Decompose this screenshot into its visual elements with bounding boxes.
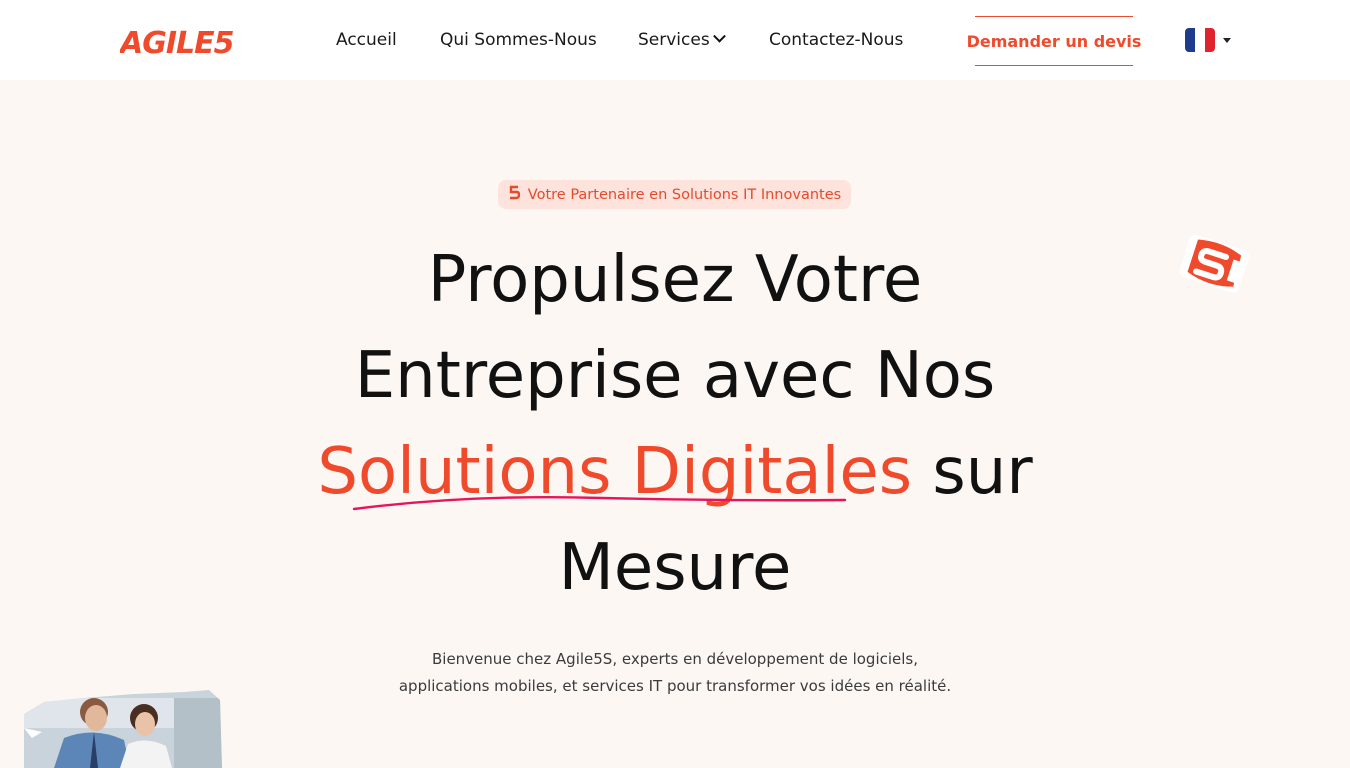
brand-name: AGILE5 [120,26,234,61]
top-navbar: AGILE5 Accueil Qui Sommes-Nous Services … [0,0,1350,80]
agile5-mini-logo-icon [508,185,520,204]
hero-subtitle-line2: applications mobiles, et services IT pou… [398,677,952,695]
flag-fr-icon [1185,28,1215,52]
brand-logo[interactable]: AGILE5 [120,17,270,65]
hero-subtitle: Bienvenue chez Agile5S, experts en dével… [375,646,975,700]
hero-subtitle-line1: Bienvenue chez Agile5S, experts en dével… [431,650,919,668]
chevron-down-icon [712,29,726,43]
hero-title: Propulsez Votre Entreprise avec Nos Solu… [300,232,1050,616]
nav-item-qui-sommes-nous[interactable]: Qui Sommes-Nous [440,30,597,50]
hero-badge-text: Votre Partenaire en Solutions IT Innovan… [527,186,842,203]
accent-underline-decoration [352,495,847,511]
agile5-logo-icon: AGILE5 [120,26,235,61]
hero-badge: Votre Partenaire en Solutions IT Innovan… [498,180,851,209]
language-selector[interactable] [1185,28,1231,52]
nav-item-accueil[interactable]: Accueil [336,30,397,50]
request-quote-button[interactable]: Demander un devis [967,16,1141,66]
nav-item-contactez-nous[interactable]: Contactez-Nous [769,30,903,50]
nav-item-services[interactable]: Services [638,29,726,50]
hero-title-part1: Propulsez Votre Entreprise avec Nos [354,243,996,413]
nav-item-services-label: Services [638,30,710,50]
caret-down-icon [1223,37,1231,43]
agile5-sticker-icon [1179,234,1250,293]
team-photo [24,688,222,768]
